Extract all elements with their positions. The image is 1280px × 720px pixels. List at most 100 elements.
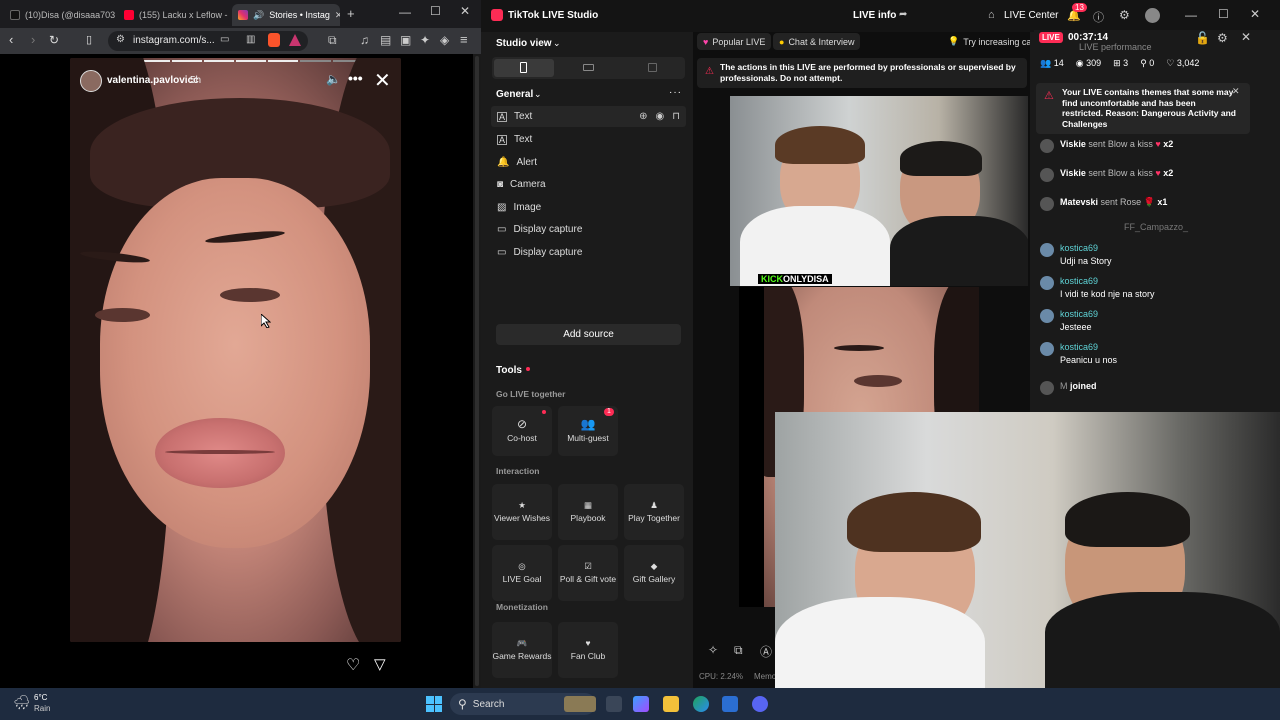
camera-icon: ◙: [497, 179, 504, 190]
sidebar-icon[interactable]: ▤: [380, 33, 391, 47]
source-item[interactable]: ◙ Camera: [491, 174, 686, 195]
avatar[interactable]: [80, 70, 102, 92]
person-left-hair: [775, 126, 865, 164]
eye-icon[interactable]: ◉: [655, 111, 664, 122]
search-box[interactable]: ⚲ Search: [450, 693, 596, 715]
playbook-button[interactable]: ▦ Playbook: [558, 484, 618, 540]
file-explorer-icon[interactable]: [663, 696, 679, 712]
section-label: Interaction: [496, 466, 540, 476]
minimize-button[interactable]: —: [1185, 8, 1197, 22]
new-tab-button[interactable]: +: [347, 6, 355, 21]
forward-icon[interactable]: ›: [31, 32, 35, 47]
settings-gear-icon[interactable]: ⚙: [1119, 8, 1130, 22]
menu-icon[interactable]: ≡: [460, 32, 468, 47]
send-icon[interactable]: ▽: [374, 655, 386, 673]
source-item[interactable]: ▭ Display capture: [491, 219, 686, 240]
leo-ai-icon[interactable]: ✦: [420, 33, 430, 47]
live-info-button[interactable]: LIVE info: [853, 10, 896, 21]
weather-rain-icon[interactable]: 🌧: [13, 694, 31, 711]
effects-icon[interactable]: ⧉: [734, 643, 743, 658]
windows-start-icon[interactable]: [426, 696, 442, 712]
close-story-icon[interactable]: ✕: [374, 68, 391, 93]
close-window-button[interactable]: ✕: [1250, 7, 1260, 21]
share-live-icon[interactable]: ➦: [899, 9, 907, 20]
scrollbar[interactable]: [473, 54, 481, 688]
cohost-button[interactable]: ⊘ Co-host: [492, 406, 552, 456]
add-source-button[interactable]: Add source: [496, 324, 681, 345]
source-item[interactable]: 🔔 Alert: [491, 152, 686, 173]
popular-live-chip[interactable]: ♥ Popular LIVE: [697, 33, 772, 50]
ai-icon[interactable]: Ⓐ: [760, 643, 772, 660]
poll-gift-button[interactable]: ☑ Poll & Gift vote: [558, 545, 618, 601]
brave-shield-icon[interactable]: [268, 33, 280, 47]
portrait-view-icon[interactable]: [520, 62, 527, 73]
studio-view-dropdown[interactable]: Studio view: [496, 38, 552, 49]
close-window-button[interactable]: ✕: [460, 4, 470, 18]
discord-icon[interactable]: [752, 696, 768, 712]
close-notice-icon[interactable]: ✕: [1232, 86, 1240, 97]
live-goal-button[interactable]: ◎ LIVE Goal: [492, 545, 552, 601]
game-rewards-button[interactable]: 🎮 Game Rewards: [492, 622, 552, 678]
back-icon[interactable]: ‹: [9, 32, 13, 47]
minimize-button[interactable]: —: [399, 5, 411, 19]
home-icon[interactable]: ⌂: [988, 9, 995, 21]
reload-icon[interactable]: ↻: [49, 33, 59, 47]
tiktok-logo-icon: [491, 9, 503, 21]
source-item[interactable]: ▨ Image: [491, 197, 686, 218]
dual-view-icon[interactable]: [648, 63, 657, 72]
music-icon[interactable]: ♫: [360, 33, 369, 47]
stream-video-top: KICKONLYDISA: [730, 96, 1028, 286]
maximize-button[interactable]: ☐: [1218, 7, 1229, 21]
live-center-button[interactable]: LIVE Center: [1004, 10, 1058, 21]
edge-icon[interactable]: [693, 696, 709, 712]
lock-icon[interactable]: 🔓: [1195, 31, 1210, 45]
maximize-button[interactable]: ☐: [430, 4, 441, 18]
settings-gear-icon[interactable]: ⚙: [1217, 31, 1228, 45]
text-icon: A: [497, 111, 507, 122]
live-performance-link[interactable]: LIVE performance: [1079, 42, 1152, 52]
bookmark-icon[interactable]: ▯: [86, 33, 92, 46]
task-view-icon[interactable]: [606, 696, 622, 712]
target-icon[interactable]: ⊕: [639, 111, 647, 122]
story-image[interactable]: valentina.pavlovicc 5h 🔈 •••: [70, 58, 401, 642]
copilot-icon[interactable]: [633, 696, 649, 712]
screenshot-icon[interactable]: ⧉: [328, 33, 337, 48]
brave-rewards-icon[interactable]: [289, 34, 301, 46]
likes-stat: ♡ 3,042: [1166, 58, 1200, 68]
play-together-button[interactable]: ♟ Play Together: [624, 484, 684, 540]
landscape-view-icon[interactable]: [583, 64, 594, 71]
wallet-icon[interactable]: ▣: [400, 33, 411, 47]
general-section-title[interactable]: General: [496, 89, 533, 100]
reader-icon[interactable]: ▥: [246, 34, 255, 45]
magic-wand-icon[interactable]: ✧: [708, 643, 718, 657]
more-icon[interactable]: ···: [669, 87, 682, 98]
viewer-wishes-button[interactable]: ★ Viewer Wishes: [492, 484, 552, 540]
tab-youtube[interactable]: (155) Lacku x Leflow -: [118, 4, 230, 26]
source-item[interactable]: A Text ⊕ ◉ ⊓: [491, 106, 686, 127]
multiguest-button[interactable]: 👥 Multi-guest 1: [558, 406, 618, 456]
story-username[interactable]: valentina.pavlovicc: [107, 75, 199, 86]
tab-instagram[interactable]: 🔊 Stories • Instag ✕: [232, 4, 340, 26]
more-options-icon[interactable]: •••: [348, 70, 363, 86]
help-icon[interactable]: ⓘ: [1093, 9, 1104, 25]
cast-icon[interactable]: ▭: [220, 34, 229, 45]
tool-label: Viewer Wishes: [493, 512, 551, 523]
tab-tiktok[interactable]: (10)Disa (@disaaa703: [4, 4, 116, 26]
lock-icon[interactable]: ⊓: [672, 111, 680, 122]
fan-club-button[interactable]: ♥ Fan Club: [558, 622, 618, 678]
mute-icon[interactable]: 🔈: [326, 72, 341, 86]
rewards-icon: 🎮: [516, 638, 528, 649]
store-icon[interactable]: [722, 696, 738, 712]
source-item[interactable]: ▭ Display capture: [491, 242, 686, 263]
chat-interview-chip[interactable]: ● Chat & Interview: [773, 33, 861, 50]
chat-message: kostica69 I vidi te kod nje na story: [1040, 275, 1155, 301]
close-panel-icon[interactable]: ✕: [1241, 30, 1251, 44]
source-item[interactable]: A Text: [491, 129, 686, 150]
live-header: LIVE 00:37:14 LIVE performance 🔓 ⚙ ✕ 👥 1…: [1034, 30, 1280, 85]
site-info-icon[interactable]: ⚙: [116, 34, 125, 45]
gift-gallery-button[interactable]: ◆ Gift Gallery: [624, 545, 684, 601]
vpn-icon[interactable]: ◈: [440, 33, 449, 47]
profile-avatar[interactable]: [1145, 8, 1160, 23]
close-tab-icon[interactable]: ✕: [335, 10, 340, 21]
like-heart-icon[interactable]: ♡: [346, 655, 360, 675]
